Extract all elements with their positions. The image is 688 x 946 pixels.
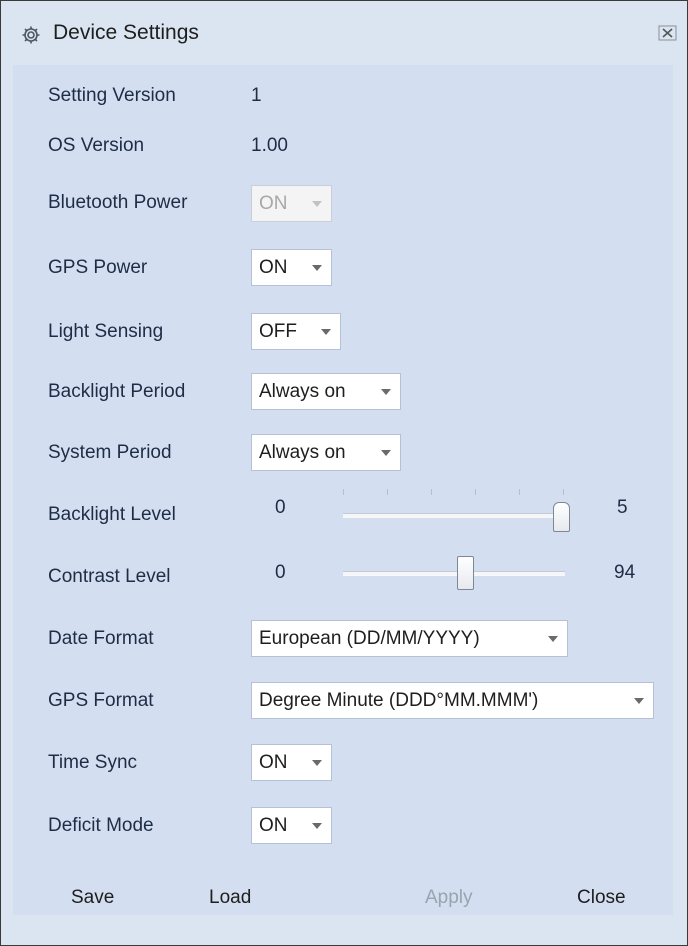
time-sync-dropdown[interactable]: ON (251, 744, 332, 781)
load-button[interactable]: Load (209, 887, 251, 909)
deficit-mode-label: Deficit Mode (48, 815, 154, 836)
os-version-value: 1.00 (251, 135, 288, 156)
deficit-mode-dropdown[interactable]: ON (251, 807, 332, 844)
bluetooth-power-dropdown: ON (251, 185, 332, 222)
contrast-level-value: 94 (614, 562, 636, 583)
bluetooth-power-value: ON (259, 193, 288, 214)
gps-format-label: GPS Format (48, 690, 154, 711)
window-title: Device Settings (53, 21, 199, 44)
light-sensing-dropdown[interactable]: OFF (251, 313, 341, 350)
chevron-down-icon (381, 450, 391, 456)
device-settings-window: Device Settings Setting Version 1 OS Ver… (0, 0, 688, 946)
date-format-value: European (DD/MM/YYYY) (259, 628, 480, 649)
slider-tick (343, 489, 344, 495)
chevron-down-icon (321, 329, 331, 335)
chevron-down-icon (312, 201, 322, 207)
save-button[interactable]: Save (71, 887, 114, 909)
slider-tick (563, 489, 564, 495)
light-sensing-value: OFF (259, 321, 297, 342)
setting-version-value: 1 (251, 85, 262, 106)
os-version-label: OS Version (48, 135, 145, 156)
close-button[interactable]: Close (577, 887, 626, 909)
apply-button: Apply (425, 887, 473, 908)
gps-format-value: Degree Minute (DDD°MM.MMM') (259, 690, 539, 711)
slider-tick (431, 489, 432, 495)
date-format-label: Date Format (48, 628, 154, 649)
system-period-value: Always on (259, 442, 346, 463)
backlight-level-label: Backlight Level (48, 504, 176, 525)
date-format-dropdown[interactable]: European (DD/MM/YYYY) (251, 620, 568, 657)
chevron-down-icon (634, 698, 644, 704)
light-sensing-label: Light Sensing (48, 321, 164, 342)
chevron-down-icon (312, 760, 322, 766)
chevron-down-icon (312, 823, 322, 829)
slider-tick (387, 489, 388, 495)
deficit-mode-value: ON (259, 815, 288, 836)
chevron-down-icon (548, 636, 558, 642)
contrast-level-label: Contrast Level (48, 566, 171, 587)
chevron-down-icon (381, 389, 391, 395)
chevron-down-icon (312, 265, 322, 271)
backlight-level-min: 0 (275, 497, 286, 518)
time-sync-value: ON (259, 752, 288, 773)
gps-power-dropdown[interactable]: ON (251, 249, 332, 286)
slider-tick (519, 489, 520, 495)
bluetooth-power-label: Bluetooth Power (48, 192, 188, 213)
backlight-period-dropdown[interactable]: Always on (251, 373, 401, 410)
slider-thumb[interactable] (553, 502, 571, 532)
close-icon[interactable] (657, 22, 679, 44)
gear-icon (22, 26, 40, 44)
gps-power-label: GPS Power (48, 257, 148, 278)
system-period-label: System Period (48, 442, 172, 463)
system-period-dropdown[interactable]: Always on (251, 434, 401, 471)
slider-thumb[interactable] (456, 556, 474, 590)
setting-version-label: Setting Version (48, 85, 176, 106)
slider-track (343, 571, 565, 576)
backlight-period-label: Backlight Period (48, 381, 186, 402)
title-bar: Device Settings (1, 1, 687, 65)
gps-format-dropdown[interactable]: Degree Minute (DDD°MM.MMM') (251, 682, 654, 719)
backlight-period-value: Always on (259, 381, 346, 402)
time-sync-label: Time Sync (48, 752, 138, 773)
slider-tick (475, 489, 476, 495)
slider-track (343, 513, 565, 518)
contrast-level-min: 0 (275, 562, 286, 583)
gps-power-value: ON (259, 257, 288, 278)
backlight-level-value: 5 (617, 497, 628, 518)
